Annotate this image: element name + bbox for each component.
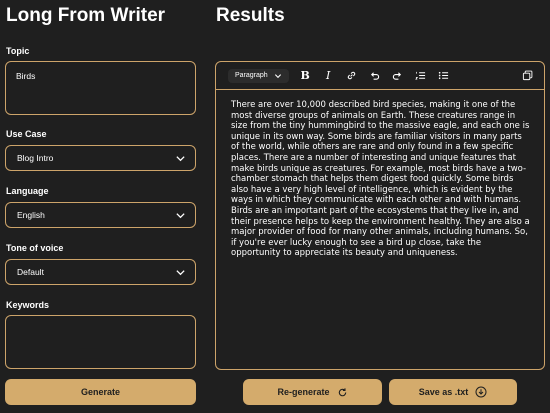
language-value: English (17, 210, 45, 220)
copy-icon[interactable] (521, 69, 534, 82)
results-editor[interactable]: Paragraph B I There are over 10,000 desc… (215, 61, 545, 370)
chevron-down-icon (176, 155, 185, 161)
result-text[interactable]: There are over 10,000 described bird spe… (231, 100, 531, 259)
chevron-down-icon (176, 212, 185, 218)
ordered-list-icon[interactable] (414, 69, 427, 82)
use-case-label: Use Case (6, 129, 47, 139)
chevron-down-icon (274, 73, 281, 78)
use-case-value: Blog Intro (17, 153, 54, 163)
tone-select[interactable]: Default (5, 259, 196, 285)
topic-value: Birds (16, 71, 36, 81)
save-label: Save as .txt (418, 387, 469, 397)
left-panel: Long From Writer Topic Birds Use Case Bl… (0, 0, 204, 413)
keywords-input[interactable] (5, 315, 196, 369)
refresh-icon (338, 387, 346, 396)
undo-icon[interactable] (368, 69, 381, 82)
link-icon[interactable] (345, 69, 358, 82)
regenerate-label: Re-generate (277, 387, 330, 397)
regenerate-button[interactable]: Re-generate (243, 379, 382, 405)
use-case-select[interactable]: Blog Intro (5, 145, 196, 171)
bullet-list-icon[interactable] (437, 69, 450, 82)
language-select[interactable]: English (5, 202, 196, 228)
italic-icon[interactable]: I (322, 69, 335, 82)
generate-label: Generate (80, 387, 121, 397)
toolbar-divider (216, 89, 544, 90)
tone-value: Default (17, 267, 44, 277)
save-txt-button[interactable]: Save as .txt (389, 379, 517, 405)
bold-icon[interactable]: B (299, 69, 312, 82)
redo-icon[interactable] (391, 69, 404, 82)
format-select[interactable]: Paragraph (228, 68, 289, 83)
language-label: Language (6, 186, 49, 196)
download-circle-icon (475, 386, 487, 398)
format-value: Paragraph (235, 72, 268, 79)
generate-button[interactable]: Generate (5, 379, 196, 405)
tone-label: Tone of voice (6, 243, 64, 253)
app-title: Long From Writer (6, 5, 166, 26)
keywords-label: Keywords (6, 300, 50, 310)
chevron-down-icon (176, 269, 185, 275)
topic-label: Topic (6, 46, 30, 56)
results-title: Results (216, 5, 285, 26)
topic-input[interactable]: Birds (5, 61, 196, 115)
editor-toolbar: Paragraph B I (216, 62, 544, 89)
